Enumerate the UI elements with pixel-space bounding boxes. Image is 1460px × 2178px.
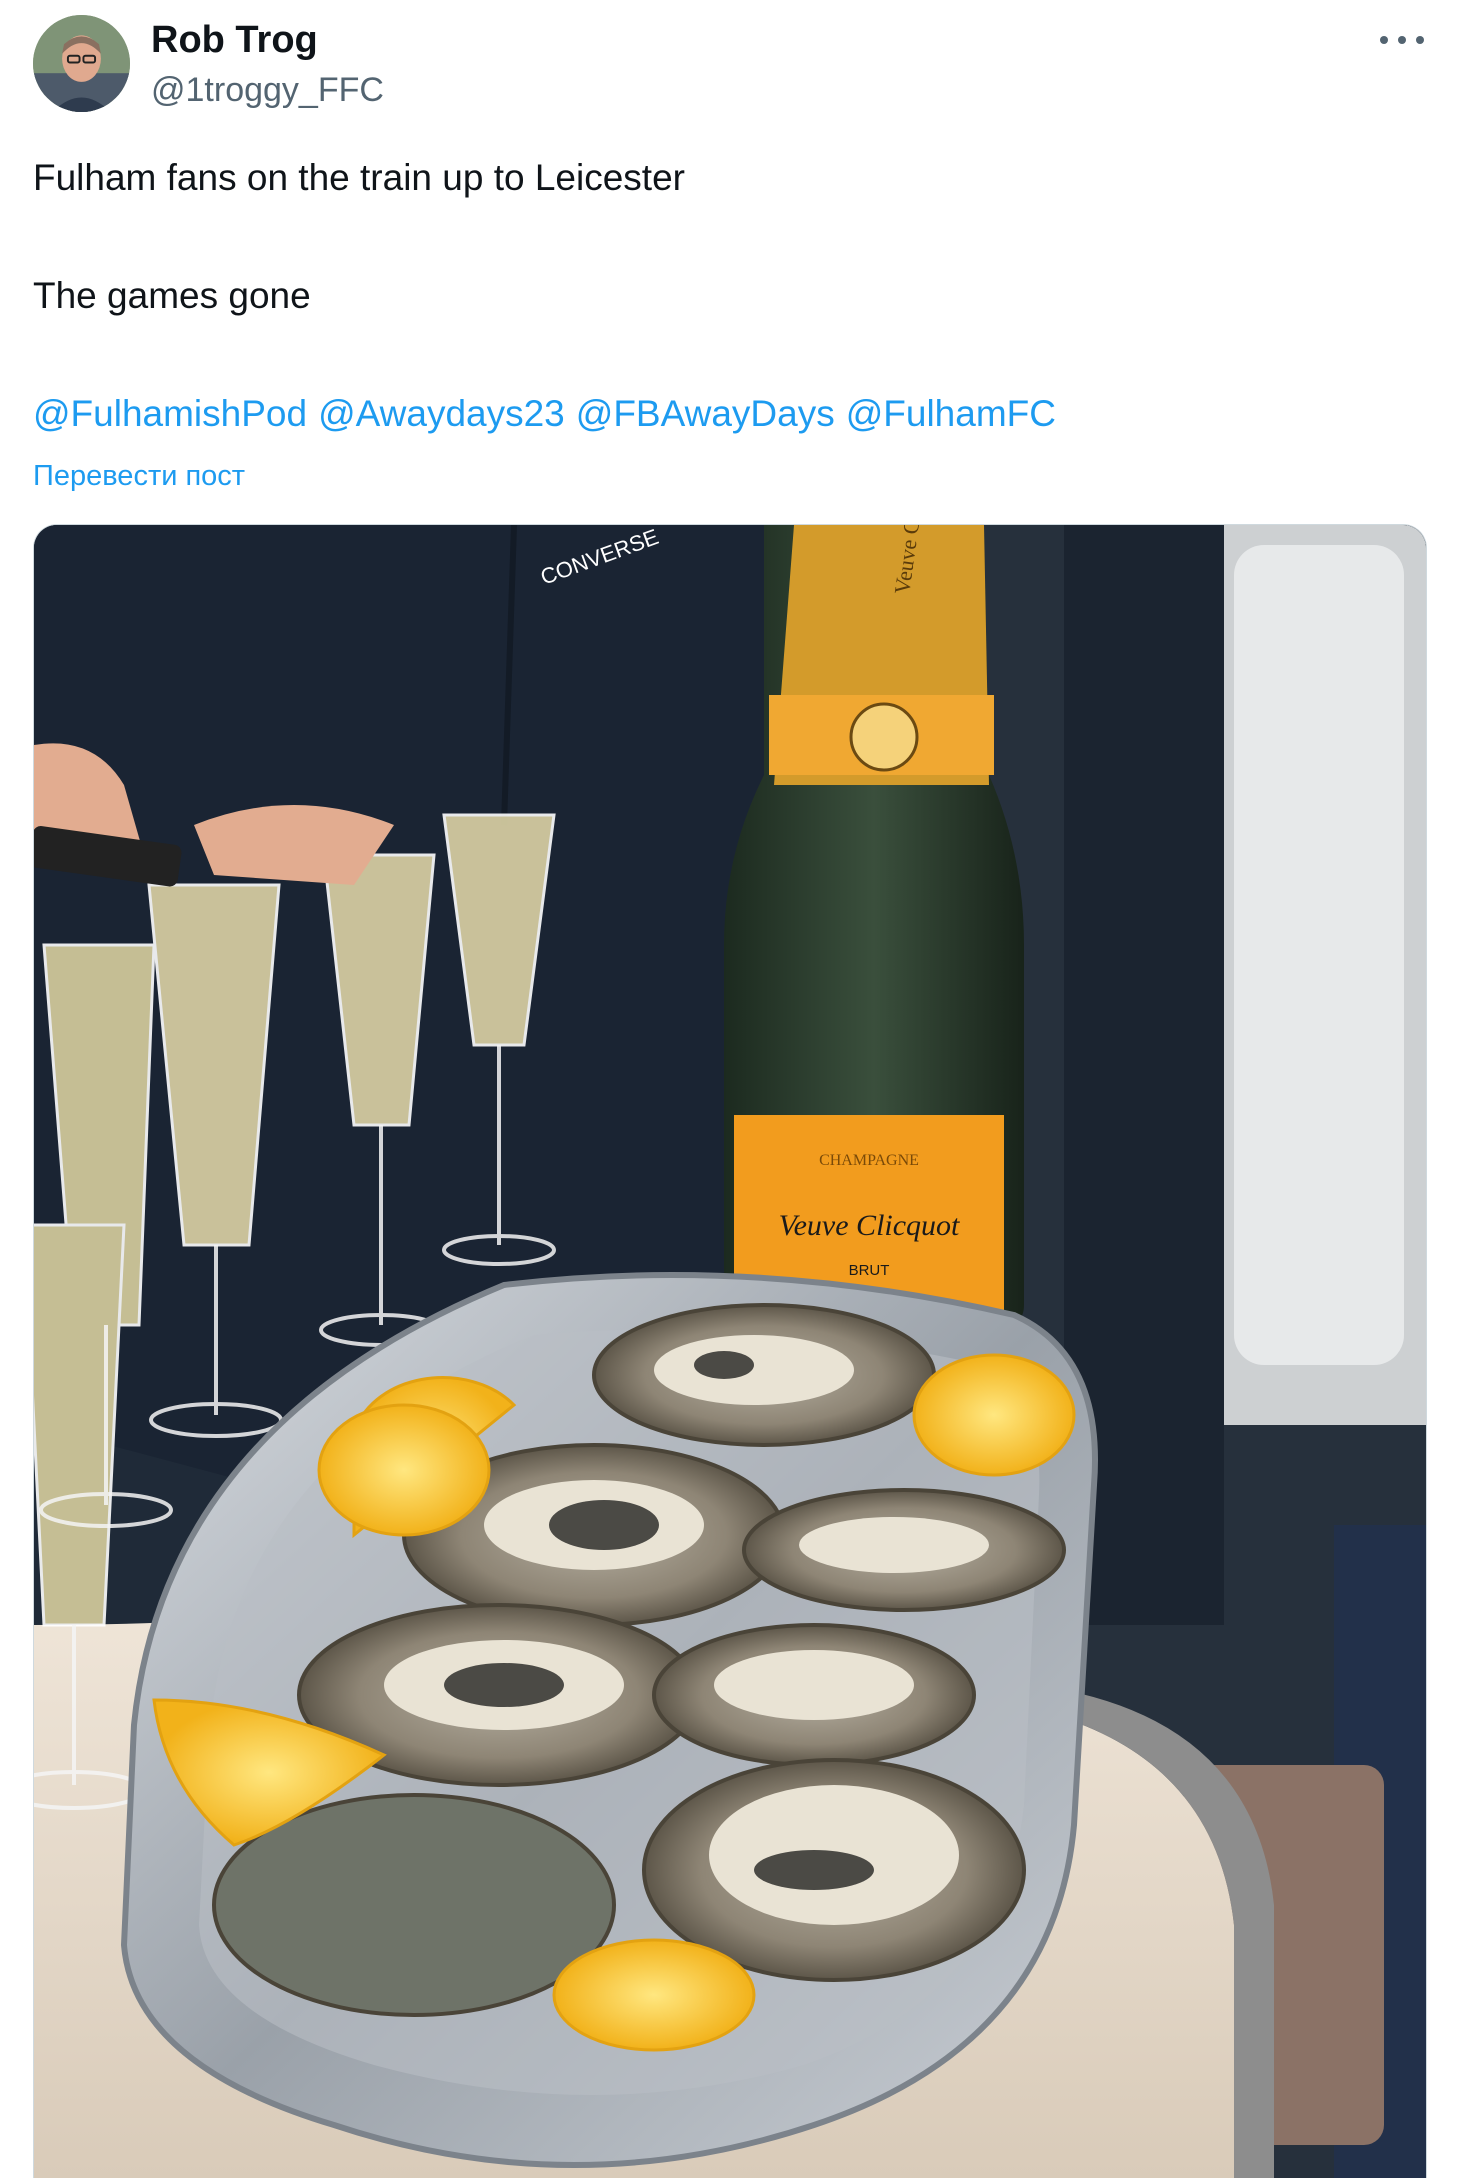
translate-post-link[interactable]: Перевести пост [33, 458, 245, 494]
tweet-card: Rob Trog @1troggy_FFC Fulham fans on the… [0, 0, 1460, 2178]
mention-link[interactable]: @Awaydays23 [318, 393, 565, 434]
label-top-text: CHAMPAGNE [819, 1152, 919, 1169]
mention-link[interactable]: @FulhamFC [846, 393, 1056, 434]
profile-photo-icon [33, 15, 130, 112]
label-brand-text: Veuve Clicquot [779, 1209, 960, 1242]
avatar[interactable] [33, 15, 130, 112]
tweet-text-line-2: The games gone [33, 275, 311, 316]
photo-champagne-oysters: CONVERSE Veuve Clicquot CHAMPAGNE Veuve … [34, 525, 1426, 2178]
author-handle[interactable]: @1troggy_FFC [151, 70, 384, 110]
tweet-photo[interactable]: CONVERSE Veuve Clicquot CHAMPAGNE Veuve … [33, 524, 1427, 2178]
tweet-text-line-1: Fulham fans on the train up to Leicester [33, 157, 685, 198]
more-options-icon[interactable] [1380, 28, 1424, 52]
label-bottom-text: BRUT [849, 1262, 890, 1279]
mention-link[interactable]: @FBAwayDays [576, 393, 835, 434]
author-name[interactable]: Rob Trog [151, 18, 318, 62]
mention-link[interactable]: @FulhamishPod [33, 393, 307, 434]
mention-list: @FulhamishPod @Awaydays23 @FBAwayDays @Fulh… [33, 391, 1067, 437]
